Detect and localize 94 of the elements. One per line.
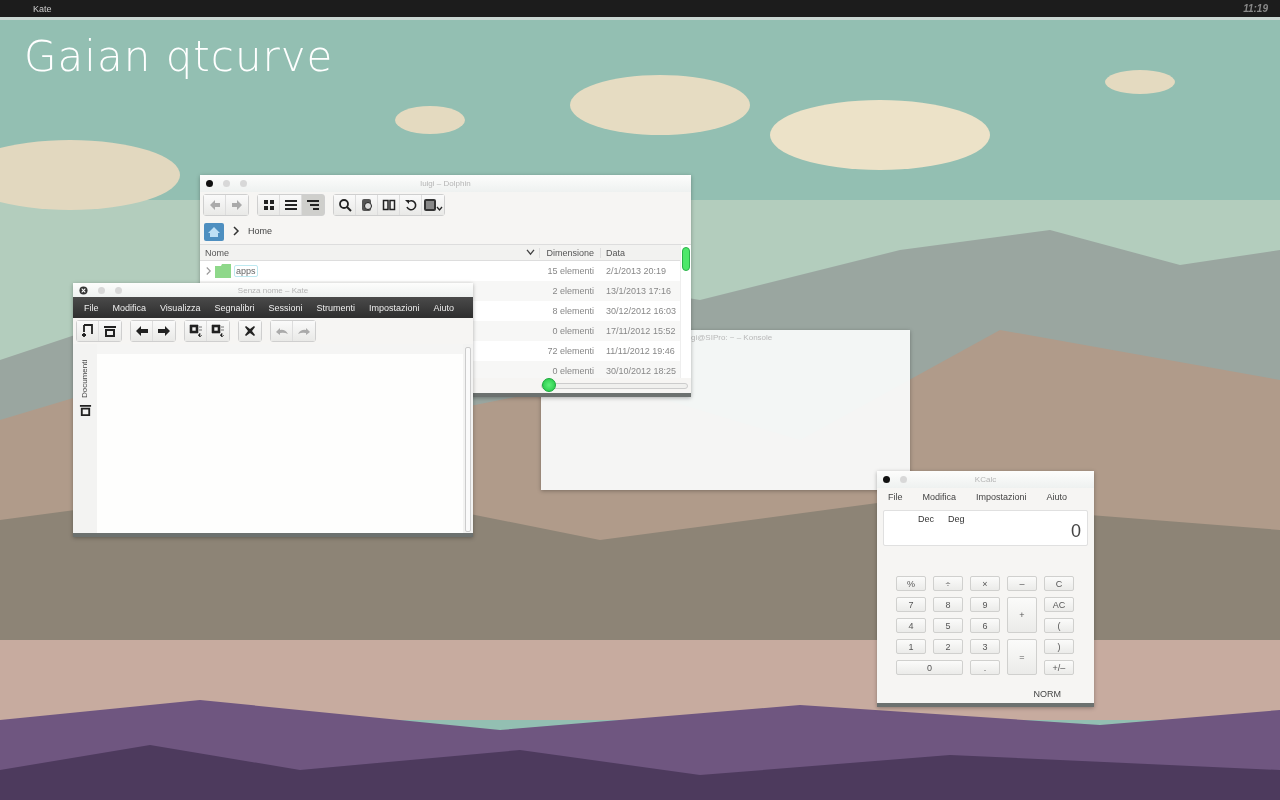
split-view-icon <box>381 198 396 212</box>
compact-view-button[interactable] <box>280 195 302 215</box>
size-cell-text: 15 elementi <box>546 266 595 276</box>
calculator-key[interactable]: 4 <box>896 618 926 633</box>
file-name[interactable]: apps <box>234 265 258 277</box>
clock: 11:19 <box>1243 3 1268 14</box>
date-cell-text: 30/12/2012 16:03 <box>605 306 678 316</box>
list-icon <box>283 198 298 212</box>
right-arrow-button[interactable] <box>153 321 175 341</box>
breadcrumb-item[interactable]: Home <box>248 226 272 236</box>
calculator-key[interactable]: 9 <box>970 597 1000 612</box>
date-cell-text: 17/11/2012 15:52 <box>605 326 677 336</box>
refresh-button[interactable] <box>400 195 422 215</box>
menu-item[interactable]: File <box>882 492 910 502</box>
taskbar-item[interactable]: Kate <box>33 3 52 14</box>
calculator-key[interactable]: 2 <box>933 639 963 654</box>
menu-item[interactable]: Impostazioni <box>970 492 1034 502</box>
close-icon[interactable] <box>79 285 88 295</box>
scrollbar[interactable] <box>465 347 471 532</box>
column-header[interactable]: Dimensione <box>539 247 600 258</box>
status-indicator: NORM <box>1033 689 1061 699</box>
date-cell-text: 11/11/2012 19:46 <box>605 346 676 356</box>
angle-indicator: Deg <box>948 514 965 526</box>
date-cell-text: 13/1/2013 17:16 <box>605 286 673 296</box>
calculator-key[interactable]: 5 <box>933 618 963 633</box>
menu-item[interactable]: Sessioni <box>261 302 310 313</box>
menu-item[interactable]: File <box>77 302 106 313</box>
calculator-key[interactable]: 3 <box>970 639 1000 654</box>
calculator-key[interactable]: 8 <box>933 597 963 612</box>
desktop-title: Gaian qtcurve <box>24 32 334 81</box>
calculator-key[interactable]: +/– <box>1044 660 1074 675</box>
close-icon[interactable] <box>883 476 890 483</box>
calculator-key[interactable]: % <box>896 576 926 591</box>
display-value: 0 <box>1071 521 1081 542</box>
home-icon[interactable] <box>204 221 224 241</box>
calculator-key[interactable]: = <box>1007 639 1037 675</box>
column-header[interactable]: Nome <box>200 247 526 258</box>
search-icon <box>337 198 352 212</box>
expand-icon[interactable] <box>205 266 212 276</box>
side-tab[interactable]: Documenti <box>79 350 91 398</box>
icons-view-button[interactable] <box>258 195 280 215</box>
size-cell-text: 8 elementi <box>551 306 595 316</box>
column-header[interactable]: Data <box>600 247 680 258</box>
calculator-key[interactable]: . <box>970 660 1000 675</box>
folder-button[interactable] <box>99 321 121 341</box>
calculator-key[interactable]: + <box>1007 597 1037 633</box>
menu-item[interactable]: Aiuto <box>1040 492 1075 502</box>
calculator-key[interactable]: 6 <box>970 618 1000 633</box>
calculator-key[interactable]: ) <box>1044 639 1074 654</box>
details-view-button[interactable] <box>302 195 324 215</box>
date-cell-text: 30/10/2012 18:25 <box>605 366 678 376</box>
calculator-key[interactable]: ( <box>1044 618 1074 633</box>
save-button[interactable] <box>185 321 207 341</box>
refresh-icon <box>403 198 418 212</box>
calculator-key[interactable]: 1 <box>896 639 926 654</box>
preview-button[interactable] <box>356 195 378 215</box>
close-icon[interactable] <box>206 180 213 187</box>
menu-item[interactable]: Impostazioni <box>361 302 427 313</box>
split-button[interactable] <box>378 195 400 215</box>
date-cell-text: 2/1/2013 20:19 <box>605 266 668 276</box>
grid-icon <box>261 198 276 212</box>
close-icon <box>243 324 257 338</box>
calculator-key[interactable]: AC <box>1044 597 1074 612</box>
calculator-key[interactable]: × <box>970 576 1000 591</box>
size-cell-text: 72 elementi <box>546 346 595 356</box>
new-document-button[interactable] <box>77 321 99 341</box>
close-button[interactable] <box>239 321 261 341</box>
search-button[interactable] <box>334 195 356 215</box>
calculator-key[interactable]: ÷ <box>933 576 963 591</box>
calculator-key[interactable]: – <box>1007 576 1037 591</box>
menu-item[interactable]: Strumenti <box>309 302 362 313</box>
tree-list-icon <box>306 198 320 212</box>
menu-item[interactable]: Visualizza <box>153 302 208 313</box>
size-cell-text: 0 elementi <box>551 326 595 336</box>
menu-item[interactable]: Aiuto <box>426 302 461 313</box>
sort-caret-icon <box>526 249 535 256</box>
size-cell-text: 2 elementi <box>551 286 595 296</box>
preview-icon <box>359 198 374 212</box>
menu-icon <box>423 198 443 212</box>
save-as-button[interactable] <box>207 321 229 341</box>
chevron-icon <box>232 226 240 236</box>
calculator-key[interactable]: 0 <box>896 660 963 675</box>
base-indicator: Dec <box>918 514 934 526</box>
calculator-key[interactable]: C <box>1044 576 1074 591</box>
left-arrow-icon <box>134 324 149 338</box>
right-arrow-icon <box>230 198 244 212</box>
menu-item[interactable]: Segnalibri <box>207 302 262 313</box>
menu-button[interactable] <box>422 195 444 215</box>
calculator-key[interactable]: 7 <box>896 597 926 612</box>
left-arrow-button[interactable] <box>131 321 153 341</box>
menu-item[interactable]: Modifica <box>916 492 964 502</box>
right-arrow-icon <box>157 324 171 338</box>
menu-item[interactable]: Modifica <box>105 302 154 313</box>
size-cell-text: 0 elementi <box>551 366 595 376</box>
